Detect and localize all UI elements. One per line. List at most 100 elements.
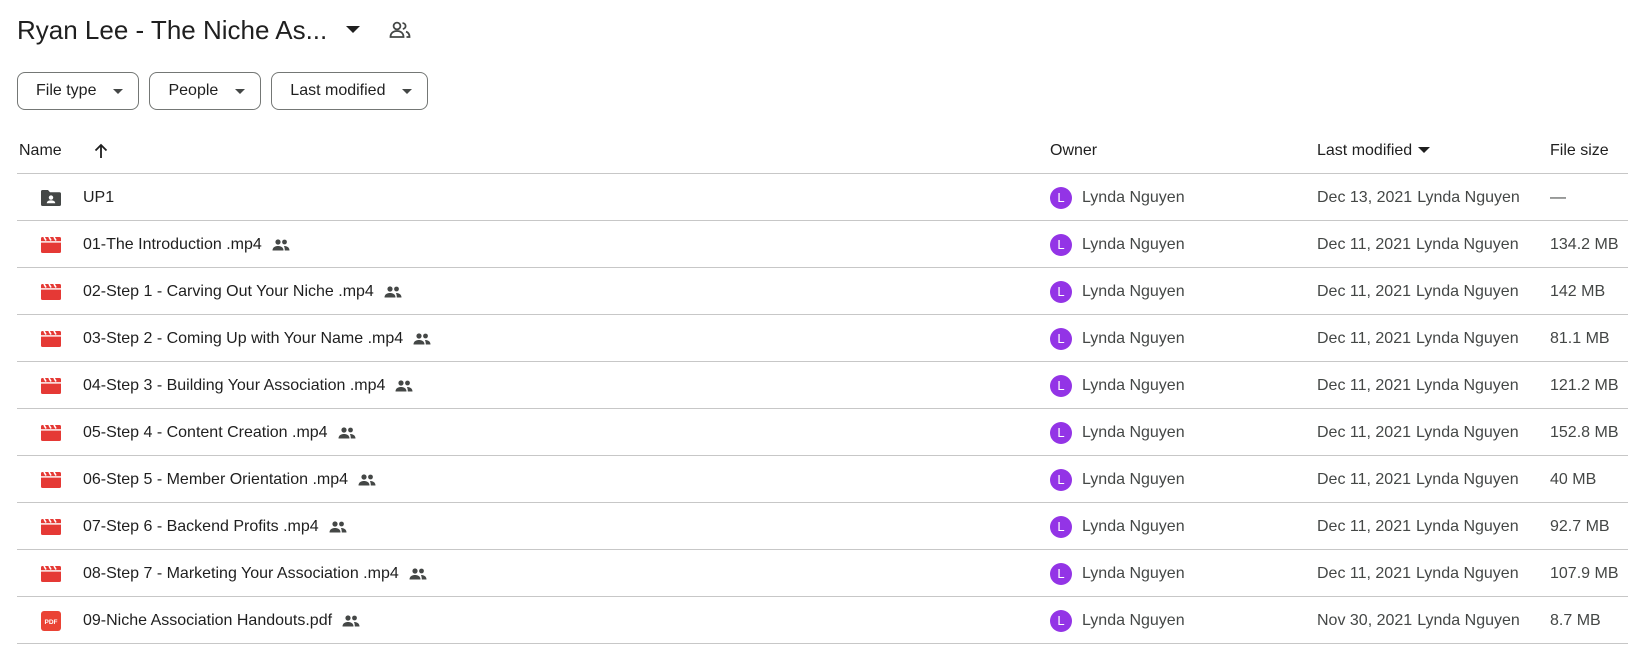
modified-by: Lynda Nguyen [1416,376,1519,394]
last-modified-cell: Dec 13, 2021 Lynda Nguyen [1317,174,1520,221]
modified-date: Nov 30, 2021 [1317,611,1413,629]
owner-cell: L Lynda Nguyen [1050,597,1185,644]
avatar[interactable]: L [1050,515,1072,538]
video-file-icon [39,456,63,503]
chevron-down-icon [399,83,415,99]
avatar[interactable]: L [1050,374,1072,397]
modified-by: Lynda Nguyen [1416,235,1519,253]
last-modified-cell: Dec 11, 2021 Lynda Nguyen [1317,268,1519,315]
last-modified-cell: Dec 11, 2021 Lynda Nguyen [1317,456,1519,503]
shared-folder-icon [39,174,63,221]
svg-text:PDF: PDF [45,619,58,626]
file-name[interactable]: 03-Step 2 - Coming Up with Your Name .mp… [83,330,403,348]
column-header-last-modified[interactable]: Last modified [1317,127,1431,174]
modified-date: Dec 11, 2021 [1317,517,1411,535]
file-name[interactable]: 02-Step 1 - Carving Out Your Niche .mp4 [83,283,374,301]
owner-cell: L Lynda Nguyen [1050,409,1185,456]
file-size: 142 MB [1550,282,1606,300]
file-row[interactable]: 06-Step 5 - Member Orientation .mp4 L Ly… [17,456,1628,503]
video-file-icon [39,550,63,597]
last-modified-cell: Dec 11, 2021 Lynda Nguyen [1317,503,1519,550]
file-name[interactable]: 06-Step 5 - Member Orientation .mp4 [83,471,348,489]
file-row[interactable]: 08-Step 7 - Marketing Your Association .… [17,550,1628,597]
file-size: 92.7 MB [1550,517,1610,535]
file-rows: UP1 L Lynda Nguyen Dec 13, 2021 Lynda Ng… [17,174,1628,644]
file-row[interactable]: 02-Step 1 - Carving Out Your Niche .mp4 … [17,268,1628,315]
video-file-icon [39,221,63,268]
modified-date: Dec 11, 2021 [1317,376,1411,394]
arrow-drop-down-icon[interactable] [341,18,365,42]
avatar[interactable]: L [1050,327,1072,350]
avatar[interactable]: L [1050,468,1072,491]
folder-title[interactable]: Ryan Lee - The Niche As... [17,15,327,46]
file-name-cell: 04-Step 3 - Building Your Association .m… [83,362,413,409]
drive-folder-view: Ryan Lee - The Niche As... File type Peo… [0,0,1628,651]
arrow-upward-icon[interactable] [89,127,113,174]
file-name[interactable]: 08-Step 7 - Marketing Your Association .… [83,565,399,583]
file-name-cell: 01-The Introduction .mp4 [83,221,290,268]
column-header-file-size[interactable]: File size [1550,127,1609,174]
file-name[interactable]: 01-The Introduction .mp4 [83,236,262,254]
modified-by: Lynda Nguyen [1417,611,1520,629]
file-size: 121.2 MB [1550,376,1619,394]
file-name[interactable]: 09-Niche Association Handouts.pdf [83,612,332,630]
file-row[interactable]: UP1 L Lynda Nguyen Dec 13, 2021 Lynda Ng… [17,174,1628,221]
file-name-cell: 07-Step 6 - Backend Profits .mp4 [83,503,347,550]
file-type-filter[interactable]: File type [17,72,140,110]
file-name-cell: 03-Step 2 - Coming Up with Your Name .mp… [83,315,431,362]
owner-name: Lynda Nguyen [1082,235,1185,253]
avatar[interactable]: L [1050,609,1072,632]
shared-icon [338,426,356,439]
people-filter[interactable]: People [149,72,262,110]
avatar[interactable]: L [1050,280,1072,303]
last-modified-filter-label: Last modified [290,82,386,99]
last-modified-cell: Nov 30, 2021 Lynda Nguyen [1317,597,1520,644]
last-modified-cell: Dec 11, 2021 Lynda Nguyen [1317,550,1519,597]
video-file-icon [39,409,63,456]
owner-cell: L Lynda Nguyen [1050,503,1185,550]
shared-icon [358,473,376,486]
modified-by: Lynda Nguyen [1417,188,1520,206]
shared-icon [413,332,431,345]
modified-date: Dec 13, 2021 [1317,188,1413,206]
modified-by: Lynda Nguyen [1416,423,1519,441]
shared-folder-icon[interactable] [387,18,413,42]
file-row[interactable]: 04-Step 3 - Building Your Association .m… [17,362,1628,409]
avatar[interactable]: L [1050,233,1072,256]
avatar[interactable]: L [1050,186,1072,209]
shared-icon [329,520,347,533]
video-file-icon [39,268,63,315]
modified-date: Dec 11, 2021 [1317,235,1411,253]
column-header-owner[interactable]: Owner [1050,127,1097,174]
modified-date: Dec 11, 2021 [1317,282,1411,300]
file-row[interactable]: 01-The Introduction .mp4 L Lynda Nguyen … [17,221,1628,268]
modified-by: Lynda Nguyen [1416,564,1519,582]
modified-by: Lynda Nguyen [1416,329,1519,347]
last-modified-filter[interactable]: Last modified [271,72,429,110]
column-header-last-modified-label: Last modified [1317,141,1413,159]
modified-date: Dec 11, 2021 [1317,329,1411,347]
video-file-icon [39,503,63,550]
owner-name: Lynda Nguyen [1082,470,1185,488]
file-name[interactable]: UP1 [83,189,114,207]
file-name[interactable]: 05-Step 4 - Content Creation .mp4 [83,424,328,442]
file-size: — [1550,188,1566,206]
file-row[interactable]: PDF 09-Niche Association Handouts.pdf L … [17,597,1628,644]
file-row[interactable]: 07-Step 6 - Backend Profits .mp4 L Lynda… [17,503,1628,550]
file-list-header: Name Owner Last modified File size [17,127,1628,174]
video-file-icon [39,315,63,362]
file-name[interactable]: 07-Step 6 - Backend Profits .mp4 [83,518,319,536]
file-row[interactable]: 03-Step 2 - Coming Up with Your Name .mp… [17,315,1628,362]
column-header-name[interactable]: Name [19,127,62,174]
file-name[interactable]: 04-Step 3 - Building Your Association .m… [83,377,385,395]
shared-icon [384,285,402,298]
avatar[interactable]: L [1050,421,1072,444]
file-name-cell: 06-Step 5 - Member Orientation .mp4 [83,456,376,503]
file-name-cell: 05-Step 4 - Content Creation .mp4 [83,409,356,456]
modified-date: Dec 11, 2021 [1317,564,1411,582]
shared-icon [395,379,413,392]
file-size: 134.2 MB [1550,235,1619,253]
avatar[interactable]: L [1050,562,1072,585]
shared-icon [342,614,360,627]
file-row[interactable]: 05-Step 4 - Content Creation .mp4 L Lynd… [17,409,1628,456]
